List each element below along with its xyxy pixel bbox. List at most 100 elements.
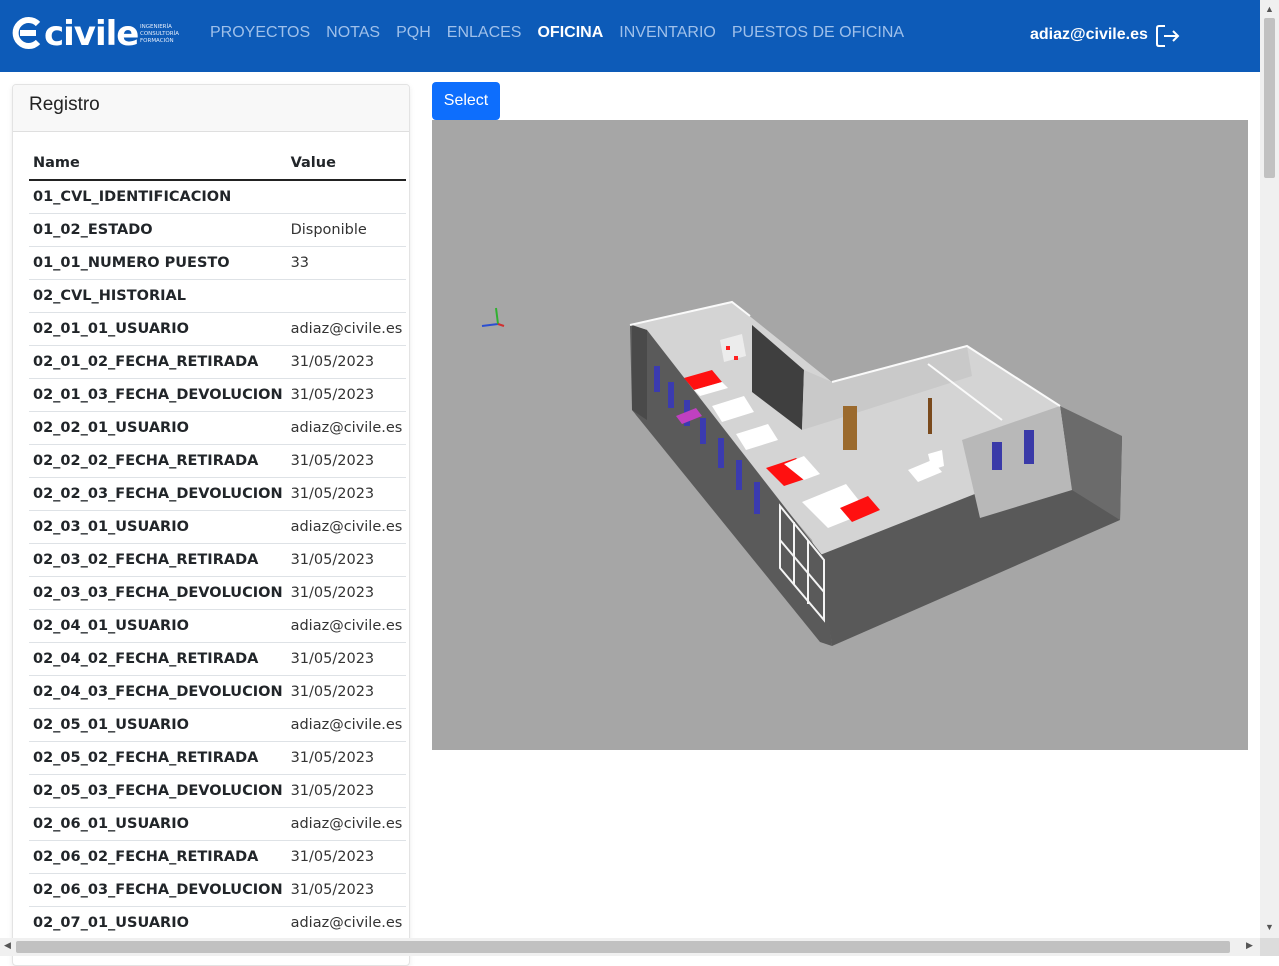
row-value (286, 180, 407, 214)
table-row: 02_02_03_FECHA_DEVOLUCION 31/05/2023 (29, 477, 407, 511)
row-name: 02_02_02_FECHA_RETIRADA (29, 444, 287, 478)
table-row: 02_07_01_USUARIO adiaz@civile.es (29, 906, 407, 940)
table-row: 02_05_03_FECHA_DEVOLUCION 31/05/2023 (29, 774, 407, 808)
row-name: 02_06_02_FECHA_RETIRADA (29, 840, 287, 874)
logo-wordmark: civile (44, 14, 139, 54)
table-row: 02_06_03_FECHA_DEVOLUCION 31/05/2023 (29, 873, 407, 907)
scroll-up-icon[interactable]: ▲ (1265, 4, 1274, 14)
row-value: adiaz@civile.es (286, 807, 407, 841)
row-value: 31/05/2023 (286, 675, 407, 709)
col-value-header: Value (286, 147, 407, 181)
table-row: 01_01_NUMERO PUESTO 33 (29, 246, 407, 280)
row-value: 31/05/2023 (286, 873, 407, 907)
table-row: 02_04_01_USUARIO adiaz@civile.es (29, 609, 407, 643)
table-row: 02_01_03_FECHA_DEVOLUCION 31/05/2023 (29, 378, 407, 412)
door (843, 406, 857, 450)
row-name: 02_CVL_HISTORIAL (29, 279, 287, 313)
row-name: 02_05_01_USUARIO (29, 708, 287, 742)
row-name: 02_05_02_FECHA_RETIRADA (29, 741, 287, 775)
row-value: 31/05/2023 (286, 378, 407, 412)
row-name: 01_02_ESTADO (29, 213, 287, 247)
window (992, 442, 1002, 470)
row-name: 02_05_03_FECHA_DEVOLUCION (29, 774, 287, 808)
nav-link-inventario[interactable]: INVENTARIO (619, 24, 716, 42)
vertical-scroll-thumb[interactable] (1264, 18, 1275, 178)
row-name: 02_04_02_FECHA_RETIRADA (29, 642, 287, 676)
table-row: 02_03_01_USUARIO adiaz@civile.es (29, 510, 407, 544)
row-name: 02_01_01_USUARIO (29, 312, 287, 346)
row-value: adiaz@civile.es (286, 906, 407, 940)
logout-icon[interactable] (1154, 22, 1182, 50)
row-name: 02_07_01_USUARIO (29, 906, 287, 940)
nav-link-enlaces[interactable]: ENLACES (447, 24, 522, 42)
table-row: 02_01_01_USUARIO adiaz@civile.es (29, 312, 407, 346)
row-name: 02_02_01_USUARIO (29, 411, 287, 445)
nav-link-proyectos[interactable]: PROYECTOS (210, 24, 310, 42)
row-value: 31/05/2023 (286, 543, 407, 577)
table-row: 02_CVL_HISTORIAL (29, 279, 407, 313)
row-value: adiaz@civile.es (286, 411, 407, 445)
row-value: Disponible (286, 213, 407, 247)
building-model[interactable] (432, 120, 1248, 750)
nav-link-oficina[interactable]: OFICINA (537, 24, 603, 42)
registro-table: Name Value 01_CVL_IDENTIFICACION 01_02_ES… (29, 147, 407, 940)
row-value: adiaz@civile.es (286, 609, 407, 643)
table-row: 01_CVL_IDENTIFICACION (29, 180, 407, 214)
civile-logo-icon (12, 17, 41, 49)
table-row: 02_03_03_FECHA_DEVOLUCION 31/05/2023 (29, 576, 407, 610)
row-name: 02_04_01_USUARIO (29, 609, 287, 643)
row-value: 31/05/2023 (286, 477, 407, 511)
nav-link-puestos-de-oficina[interactable]: PUESTOS DE OFICINA (732, 24, 904, 42)
row-value: adiaz@civile.es (286, 312, 407, 346)
row-name: 02_06_01_USUARIO (29, 807, 287, 841)
nav-link-pqh[interactable]: PQH (396, 24, 431, 42)
card-title: Registro (29, 94, 100, 115)
top-navbar: civile INGENIERÍA CONSULTORÍA FORMACIÓN … (0, 0, 1260, 72)
select-button[interactable]: Select (432, 82, 500, 120)
table-row: 02_06_02_FECHA_RETIRADA 31/05/2023 (29, 840, 407, 874)
table-row: 02_04_03_FECHA_DEVOLUCION 31/05/2023 (29, 675, 407, 709)
horizontal-scroll-thumb[interactable] (16, 941, 1230, 953)
row-name: 01_CVL_IDENTIFICACION (29, 180, 287, 214)
row-name: 02_04_03_FECHA_DEVOLUCION (29, 675, 287, 709)
table-header-row: Name Value (29, 147, 407, 181)
card-header: Registro (13, 85, 409, 132)
logo-tagline: INGENIERÍA CONSULTORÍA FORMACIÓN (140, 24, 180, 44)
row-value: adiaz@civile.es (286, 510, 407, 544)
table-row: 02_06_01_USUARIO adiaz@civile.es (29, 807, 407, 841)
door (928, 398, 932, 434)
row-name: 02_03_03_FECHA_DEVOLUCION (29, 576, 287, 610)
left-wing-side (632, 325, 647, 420)
scroll-right-icon[interactable]: ▶ (1246, 940, 1253, 951)
table-row: 02_03_02_FECHA_RETIRADA 31/05/2023 (29, 543, 407, 577)
table-row: 02_02_01_USUARIO adiaz@civile.es (29, 411, 407, 445)
scroll-down-icon[interactable]: ▼ (1265, 922, 1274, 932)
table-row: 02_05_01_USUARIO adiaz@civile.es (29, 708, 407, 742)
row-value: 31/05/2023 (286, 345, 407, 379)
row-name: 02_01_02_FECHA_RETIRADA (29, 345, 287, 379)
row-value: 31/05/2023 (286, 576, 407, 610)
table-row: 02_02_02_FECHA_RETIRADA 31/05/2023 (29, 444, 407, 478)
row-value: adiaz@civile.es (286, 708, 407, 742)
row-name: 02_03_01_USUARIO (29, 510, 287, 544)
user-email[interactable]: adiaz@civile.es (1030, 26, 1148, 44)
row-value: 31/05/2023 (286, 642, 407, 676)
civile-logo[interactable]: civile INGENIERÍA CONSULTORÍA FORMACIÓN (10, 12, 182, 58)
3d-viewer[interactable] (432, 120, 1248, 750)
scroll-left-icon[interactable]: ◀ (4, 940, 11, 951)
table-body: 01_CVL_IDENTIFICACION 01_02_ESTADO Disponi… (29, 180, 407, 940)
window (1024, 430, 1034, 464)
row-value: 31/05/2023 (286, 774, 407, 808)
vertical-scrollbar[interactable]: ▲ ▼ (1260, 0, 1279, 938)
row-name: 02_03_02_FECHA_RETIRADA (29, 543, 287, 577)
scroll-corner (1260, 938, 1279, 956)
table-row: 02_01_02_FECHA_RETIRADA 31/05/2023 (29, 345, 407, 379)
table-row: 01_02_ESTADO Disponible (29, 213, 407, 247)
row-value (286, 279, 407, 313)
table-row: 02_05_02_FECHA_RETIRADA 31/05/2023 (29, 741, 407, 775)
col-name-header: Name (29, 147, 287, 181)
nav-link-notas[interactable]: NOTAS (326, 24, 380, 42)
main-nav: PROYECTOS NOTAS PQH ENLACES OFICINA INVENTARI… (210, 24, 920, 42)
horizontal-scrollbar[interactable]: ◀ ▶ (0, 938, 1260, 956)
row-value: 31/05/2023 (286, 741, 407, 775)
